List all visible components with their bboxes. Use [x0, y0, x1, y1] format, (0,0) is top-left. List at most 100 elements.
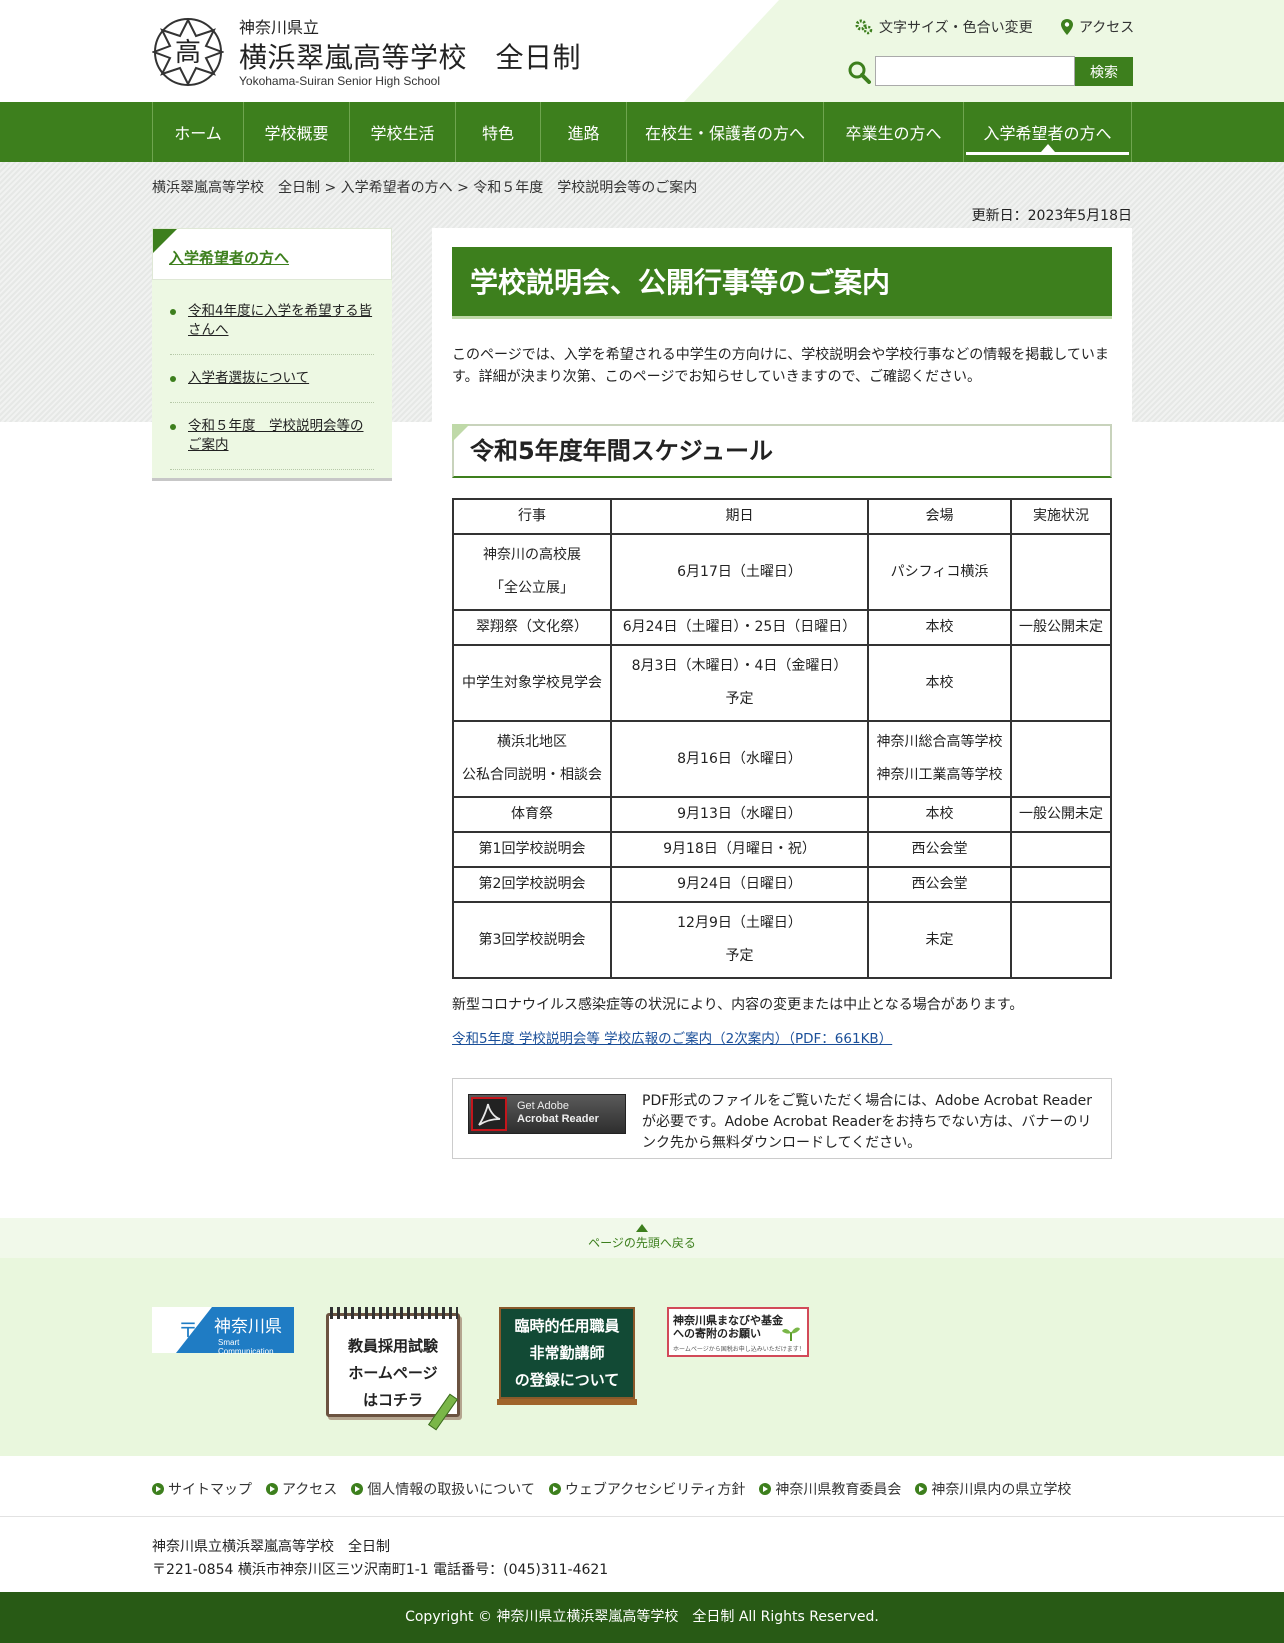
- site-header: 高 神奈川県立 横浜翠嵐高等学校 全日制 Yokohama-Suiran Sen…: [0, 0, 1284, 102]
- status-cell: [1010, 644, 1112, 722]
- event-cell: 体育祭: [452, 796, 612, 833]
- breadcrumb[interactable]: 横浜翠嵐高等学校 全日制 > 入学希望者の方へ > 令和５年度 学校説明会等のご…: [152, 177, 697, 197]
- footer-school-name: 神奈川県立横浜翠嵐高等学校 全日制: [152, 1539, 390, 1555]
- status-cell: 一般公開未定: [1010, 796, 1112, 833]
- event-cell: 中学生対象学校見学会: [452, 644, 612, 722]
- header-decoration: [684, 0, 1284, 102]
- nav-item-school-life[interactable]: 学校生活: [350, 102, 456, 162]
- nav-item-graduates[interactable]: 卒業生の方へ: [824, 102, 964, 162]
- footer-link-sitemap[interactable]: サイトマップ: [152, 1479, 252, 1499]
- sidebar-heading-link[interactable]: 入学希望者の方へ: [169, 247, 289, 268]
- venue-cell: パシフィコ横浜: [867, 533, 1012, 611]
- footer-link-label: 神奈川県内の県立学校: [931, 1482, 1072, 1498]
- page-top-link[interactable]: ページの先頭へ戻る: [0, 1224, 1284, 1251]
- search-button[interactable]: 検索: [1075, 57, 1133, 86]
- cell-line: 西公会堂: [911, 841, 968, 857]
- venue-cell: 本校: [867, 609, 1012, 646]
- footer-link-prefectural-schools[interactable]: 神奈川県内の県立学校: [915, 1479, 1071, 1499]
- table-row: 翠翔祭（文化祭） 6月24日（土曜日）・25日（日曜日） 本校 一般公開未定: [452, 609, 1112, 646]
- arrow-circle-icon: [152, 1483, 164, 1495]
- kanagawa-pref-banner[interactable]: 〒 神奈川県 Smart Communication: [152, 1307, 294, 1356]
- sidebar-item: 令和５年度 学校説明会等のご案内: [170, 403, 374, 470]
- table-row: 第1回学校説明会 9月18日（月曜日・祝） 西公会堂: [452, 831, 1112, 868]
- venue-cell: 本校: [867, 796, 1012, 833]
- status-cell: [1010, 866, 1112, 903]
- search-input[interactable]: [875, 56, 1075, 86]
- event-cell: 翠翔祭（文化祭）: [452, 609, 612, 646]
- cell-line: 予定: [725, 948, 754, 964]
- temporary-staff-banner[interactable]: 臨時的任用職員 非常勤講師 の登録について: [497, 1307, 637, 1405]
- footer-links: サイトマップ アクセス 個人情報の取扱いについて ウェブアクセシビリティ方針 神…: [152, 1479, 1071, 1499]
- cell-line: 6月24日（土曜日）・25日（日曜日）: [622, 619, 857, 635]
- arrow-circle-icon: [759, 1483, 772, 1495]
- cell-line: 横浜北地区: [497, 734, 567, 750]
- schedule-table-body: 神奈川の高校展 「全公立展」 6月17日（土曜日） パシフィコ横浜翠翔祭（文化祭） 6月…: [452, 533, 1112, 979]
- school-name[interactable]: 横浜翠嵐高等学校 全日制: [239, 36, 581, 76]
- get-acrobat-banner[interactable]: Get Adobe Acrobat Reader: [468, 1094, 626, 1134]
- temporary-staff-line: 非常勤講師: [529, 1344, 605, 1362]
- cell-line: 予定: [725, 691, 754, 707]
- nav-item-home[interactable]: ホーム: [153, 102, 244, 162]
- sidebar-heading: 入学希望者の方へ: [152, 228, 392, 280]
- cell-line: 本校: [925, 674, 954, 691]
- cell-line: 6月17日（土曜日）: [677, 563, 802, 580]
- footer-link-access[interactable]: アクセス: [266, 1479, 337, 1499]
- nav-item-applicants[interactable]: 入学希望者の方へ: [964, 102, 1132, 162]
- school-emblem-icon[interactable]: 高: [152, 16, 224, 88]
- status-cell: [1010, 720, 1112, 798]
- column-header-date: 期日: [610, 498, 869, 535]
- manabiya-fund-banner[interactable]: 神奈川県まなびや基金への寄附のお願い ホームページから国税お申し込みいただけます…: [667, 1307, 809, 1357]
- venue-cell: 未定: [867, 901, 1012, 979]
- page-top-label: ページの先頭へ戻る: [588, 1236, 696, 1250]
- font-color-settings-link[interactable]: 文字サイズ・色合い変更: [855, 17, 1033, 37]
- date-cell: 9月24日（日曜日）: [610, 866, 869, 903]
- cell-line: 西公会堂: [911, 876, 968, 892]
- copyright: Copyright © 神奈川県立横浜翠嵐高等学校 全日制 All Rights…: [0, 1592, 1284, 1643]
- nav-item-students-parents[interactable]: 在校生・保護者の方へ: [627, 102, 824, 162]
- banner-area: 〒 神奈川県 Smart Communication 教員採用試験 ホームページ…: [0, 1258, 1284, 1456]
- search-icon: [848, 61, 871, 84]
- acrobat-notice: Get Adobe Acrobat Reader PDF形式のファイルをご覧いた…: [452, 1078, 1112, 1159]
- footer-link-accessibility[interactable]: ウェブアクセシビリティ方針: [548, 1479, 745, 1499]
- footer-link-board-of-education[interactable]: 神奈川県教育委員会: [759, 1479, 901, 1499]
- covid-note: 新型コロナウイルス感染症等の状況により、内容の変更または中止となる場合があります…: [452, 997, 1024, 1013]
- pdf-download-link[interactable]: 令和5年度 学校説明会等 学校広報のご案内（2次案内）（PDF：661KB）: [452, 1027, 892, 1047]
- schedule-table: 行事 期日 会場 実施状況 神奈川の高校展 「全公立展」 6月17日（土曜日） パシフ…: [452, 498, 1112, 979]
- cell-line: 中学生対象学校見学会: [462, 674, 602, 691]
- sidebar-item-link[interactable]: 入学者選抜について: [188, 370, 309, 386]
- cell-line: 体育祭: [511, 806, 553, 822]
- column-header-event: 行事: [452, 498, 612, 535]
- sidebar-item-link[interactable]: 令和５年度 学校説明会等のご案内: [188, 418, 364, 453]
- cell-line: 8月3日（木曜日）・4日（金曜日）: [631, 658, 848, 674]
- sidebar-item: 令和4年度に入学を希望する皆さんへ: [170, 288, 374, 355]
- nav-item-overview[interactable]: 学校概要: [244, 102, 350, 162]
- teacher-exam-line: ホームページ: [348, 1364, 438, 1382]
- temporary-staff-text: 臨時的任用職員 非常勤講師 の登録について: [499, 1313, 635, 1394]
- date-cell: 6月17日（土曜日）: [610, 533, 869, 611]
- acrobat-banner-text: Get Adobe Acrobat Reader: [517, 1100, 599, 1126]
- teacher-exam-banner[interactable]: 教員採用試験 ホームページ はコチラ: [324, 1307, 466, 1431]
- nav-item-career[interactable]: 進路: [541, 102, 627, 162]
- arrow-circle-icon: [915, 1483, 928, 1495]
- nav-item-features[interactable]: 特色: [456, 102, 541, 162]
- chalkboard-ledge: [497, 1399, 637, 1405]
- arrow-up-icon: [636, 1224, 648, 1232]
- cell-line: 「全公立展」: [490, 580, 574, 596]
- footer-link-privacy[interactable]: 個人情報の取扱いについて: [351, 1479, 535, 1499]
- global-nav: ホーム 学校概要 学校生活 特色 進路 在校生・保護者の方へ 卒業生の方へ 入学…: [0, 102, 1284, 162]
- cell-line: 神奈川工業高等学校: [876, 767, 1003, 783]
- cell-line: 未定: [925, 931, 954, 948]
- sidebar-item-link[interactable]: 令和4年度に入学を希望する皆さんへ: [188, 303, 372, 338]
- section-heading: 令和5年度年間スケジュール: [452, 424, 1112, 478]
- arrow-circle-icon: [548, 1483, 561, 1495]
- column-header-status: 実施状況: [1010, 498, 1112, 535]
- kanagawa-banner-title: 神奈川県: [214, 1317, 282, 1337]
- access-link[interactable]: アクセス: [1061, 17, 1134, 37]
- date-cell: 8月16日（水曜日）: [610, 720, 869, 798]
- intro-text: このページでは、入学を希望される中学生の方向けに、学校説明会や学校行事などの情報…: [452, 347, 1109, 385]
- cell-line: 神奈川の高校展: [483, 547, 581, 563]
- status-cell: [1010, 831, 1112, 868]
- map-pin-icon: [1061, 19, 1073, 35]
- date-cell: 9月13日（水曜日）: [610, 796, 869, 833]
- cell-line: 本校: [925, 806, 954, 822]
